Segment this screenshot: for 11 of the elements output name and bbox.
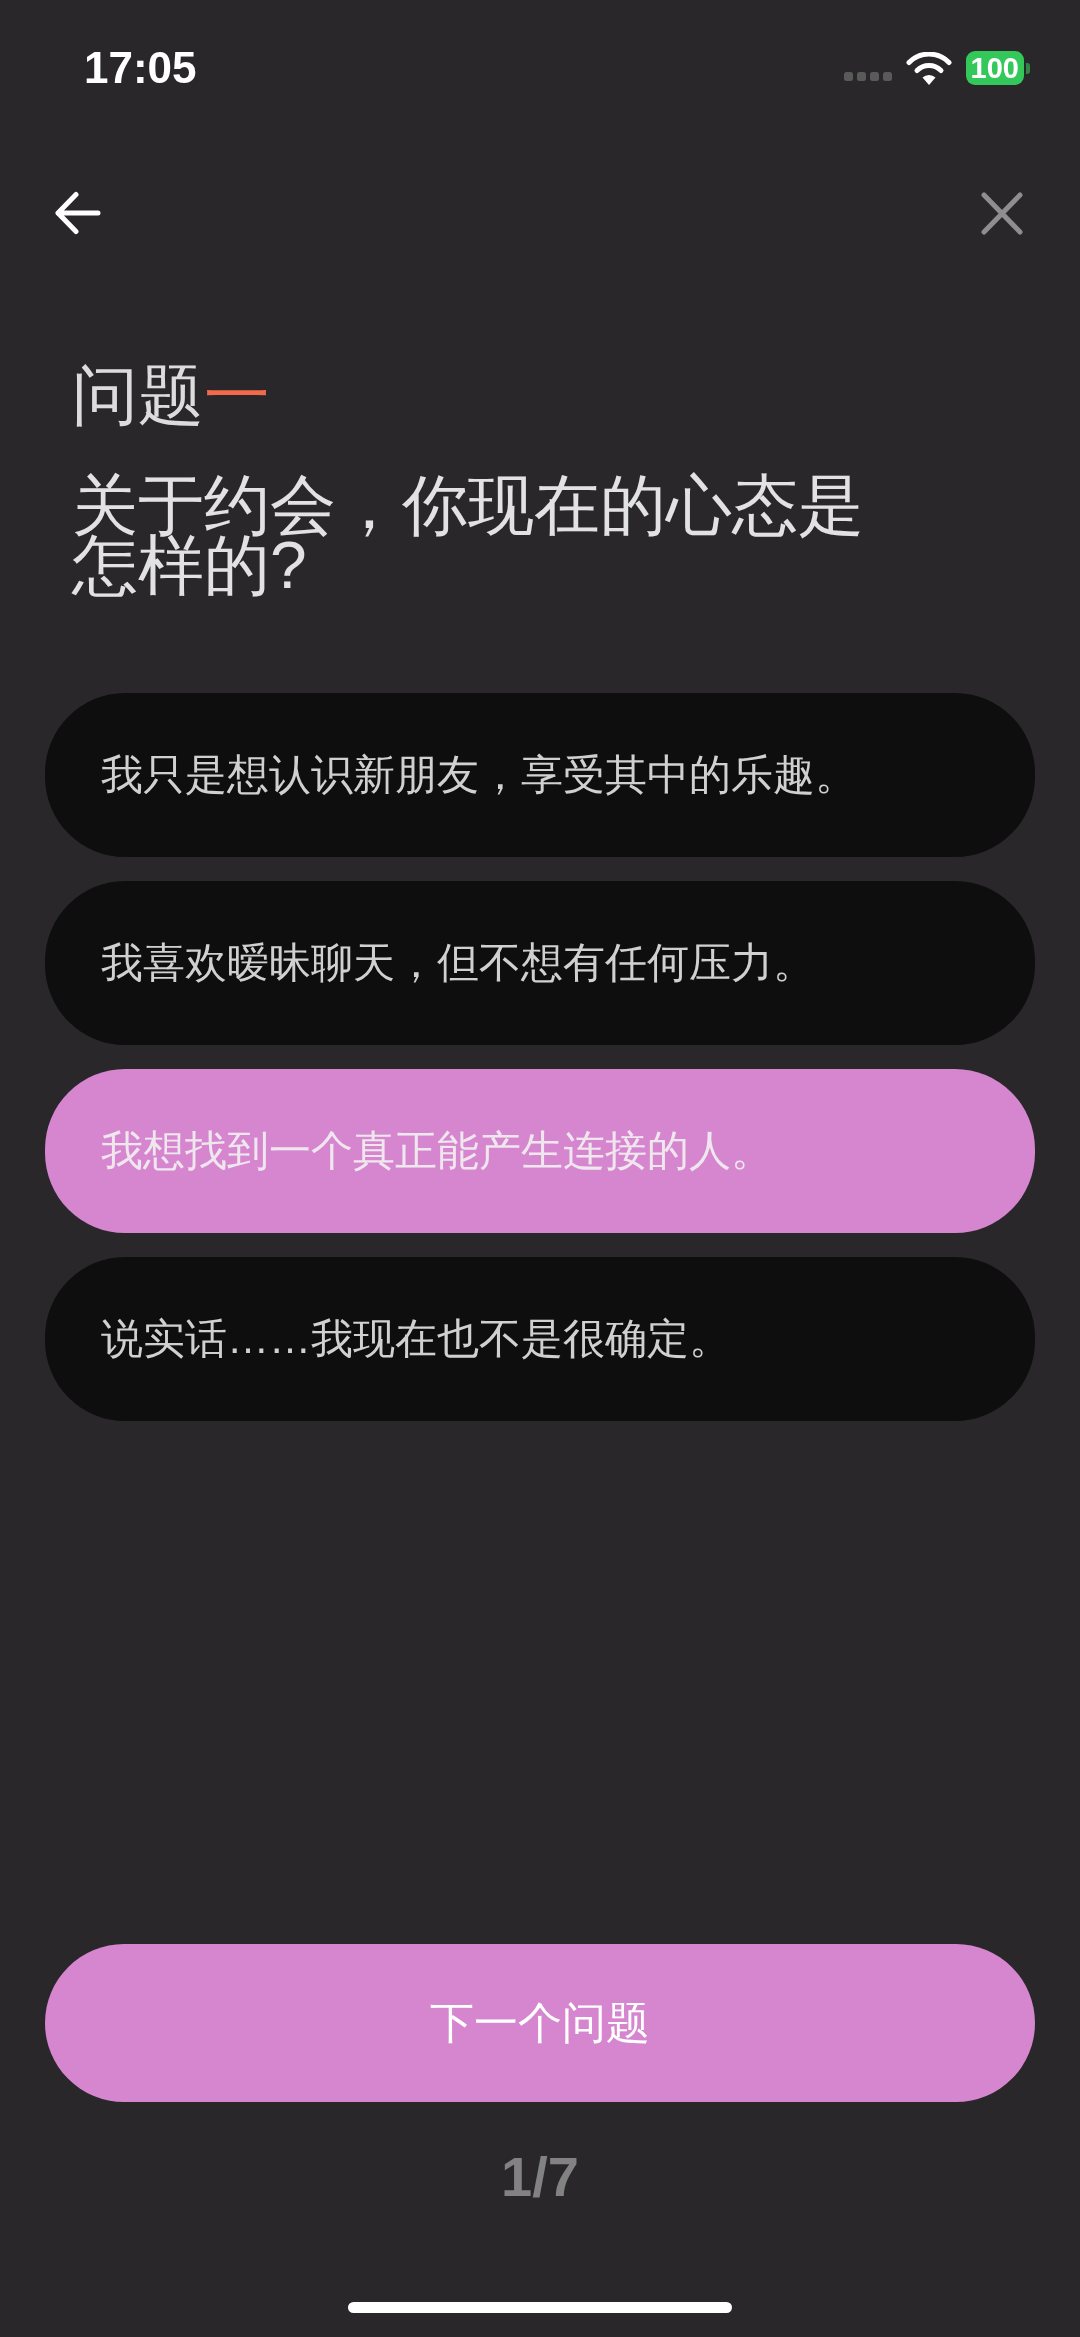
back-arrow-icon[interactable] <box>55 191 101 235</box>
answer-option[interactable]: 我喜欢暧昧聊天，但不想有任何压力。 <box>45 881 1035 1045</box>
answer-option[interactable]: 说实话……我现在也不是很确定。 <box>45 1257 1035 1421</box>
progress-counter: 1/7 <box>501 2147 579 2207</box>
signal-icon <box>843 71 892 81</box>
question-title: 问题一 <box>72 359 270 431</box>
answer-option[interactable]: 我只是想认识新朋友，享受其中的乐趣。 <box>45 693 1035 857</box>
close-icon[interactable] <box>981 191 1023 235</box>
wifi-icon <box>905 51 952 85</box>
battery-indicator: 100 <box>965 51 1030 85</box>
status-time: 17:05 <box>84 46 197 90</box>
